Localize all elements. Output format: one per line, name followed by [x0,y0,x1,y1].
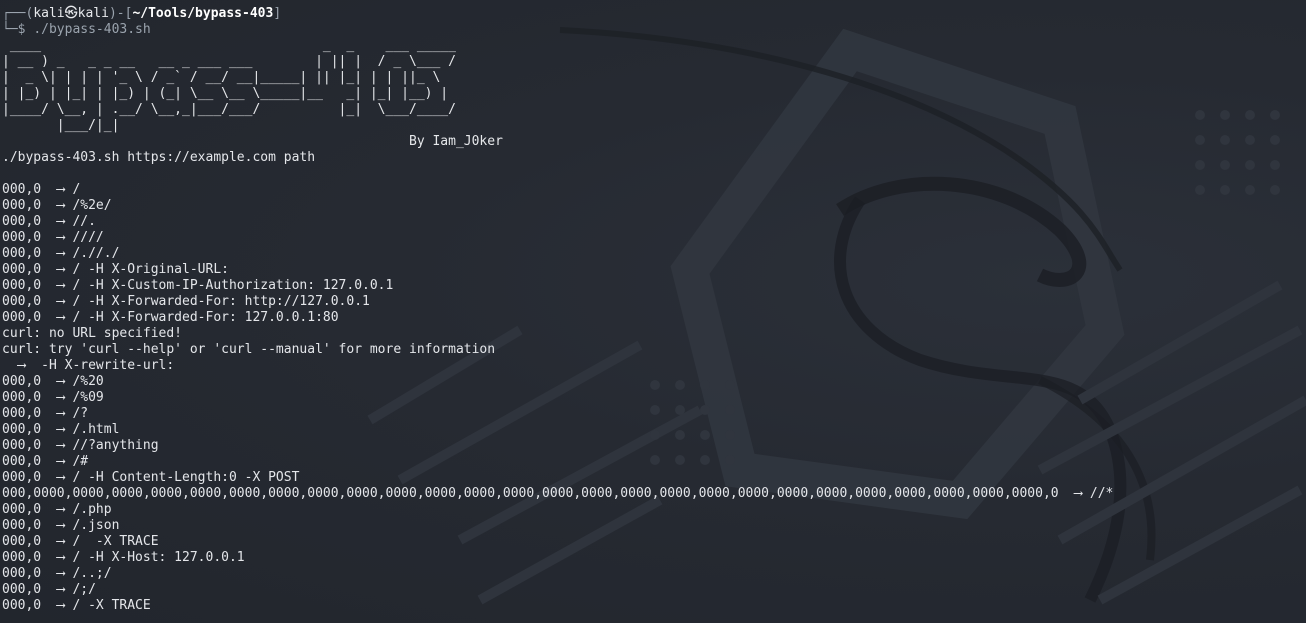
output-line: 000,0 ⟶ /# [2,454,89,469]
output-line: 000,0 ⟶ /.php [2,502,112,517]
output-line: 000,0 ⟶ / -H X-Custom-IP-Authorization: … [2,278,394,293]
prompt-path: ~/Tools/bypass-403 [132,6,274,21]
output-line: 000,0 ⟶ //. [2,214,96,229]
ascii-banner-line: ____ _ _ ___ _____ [2,38,464,53]
prompt-at-symbol: ㉿ [64,6,78,21]
output-line: 000,0 ⟶ /%20 [2,374,104,389]
output-line: 000,0 ⟶ /%09 [2,390,104,405]
prompt-close: ] [273,6,282,21]
output-line: 000,0 ⟶ /;/ [2,582,96,597]
output-line: 000,0 ⟶ //// [2,230,104,245]
usage-line: ./bypass-403.sh https://example.com path [2,150,316,165]
ascii-banner-line: | _ \| | | | '_ \ / _` / __/ __|_____| |… [2,70,449,85]
prompt-host: kali [77,6,109,21]
output-line: 000,0 ⟶ //?anything [2,438,159,453]
banner-byline: By Iam_J0ker [2,134,503,149]
command-line[interactable]: └─$ ./bypass-403.sh [2,22,151,38]
output-line: 000,0 ⟶ /..;/ [2,566,112,581]
output-line: ⟶ -H X-rewrite-url: [2,358,175,373]
output-line: 000,0 ⟶ / [2,182,81,197]
error-line: curl: no URL specified! [2,326,183,341]
output-line: 000,0 ⟶ /.html [2,422,120,437]
output-line: 000,0 ⟶ / -X TRACE [2,598,151,613]
output-line: 000,0 ⟶ /.json [2,518,120,533]
output-line: 000,0 ⟶ / -H X-Forwarded-For: http://127… [2,294,370,309]
output-line: 000,0 ⟶ /? [2,406,89,421]
output-line: 000,0 ⟶ / -H X-Original-URL: [2,262,229,277]
ascii-banner-line: | __ ) _ _ _ __ __ _ ___ ___ | || | / _ … [2,54,464,69]
prompt-corner-top: ┌──( [2,6,34,21]
output-line: 000,0 ⟶ / -H X-Host: 127.0.0.1 [2,550,245,565]
prompt-user: kali [33,6,65,21]
prompt-dollar: $ [17,22,34,37]
output-line: 000,0 ⟶ / -H X-Forwarded-For: 127.0.0.1:… [2,310,339,325]
terminal-window[interactable]: ┌──(kali㉿kali)-[~/Tools/bypass-403] └─$ … [0,0,1306,623]
output-line: 000,0 ⟶ /%2e/ [2,198,112,213]
prompt-corner-bottom: └─ [2,22,18,37]
command-text: ./bypass-403.sh [33,22,151,37]
error-line: curl: try 'curl --help' or 'curl --manua… [2,342,496,357]
ascii-banner-line: |___/|_| [2,118,480,133]
ascii-banner-line: |____/ \__, | .__/ \__,_|___/___/ |_| \_… [2,102,464,117]
prompt-line: ┌──(kali㉿kali)-[~/Tools/bypass-403] [2,6,281,22]
prompt-separator: )-[ [108,6,133,21]
output-line: 000,0 ⟶ / -X TRACE [2,534,159,549]
output-line: 000,0 ⟶ / -H Content-Length:0 -X POST [2,470,300,485]
ascii-banner-line: | |_) | |_| | |_) | (_| \__ \__ \_____|_… [2,86,449,101]
output-line: 000,0000,0000,0000,0000,0000,0000,0000,0… [2,486,1114,501]
output-line: 000,0 ⟶ /.//./ [2,246,120,261]
